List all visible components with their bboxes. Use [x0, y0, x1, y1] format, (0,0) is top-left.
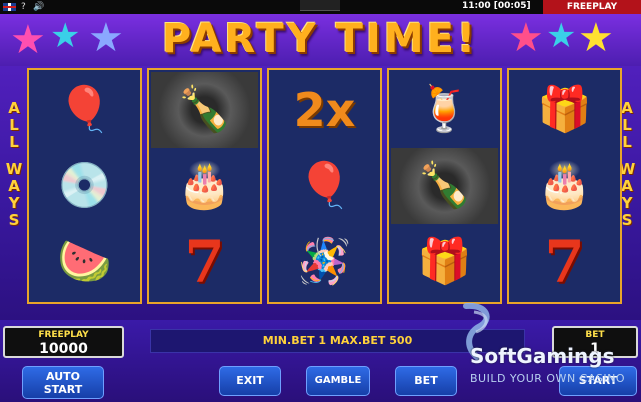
balloons-symbol: 🎈	[57, 84, 112, 135]
gamble-button[interactable]: GAMBLE	[306, 366, 370, 396]
exit-button[interactable]: EXIT	[219, 366, 281, 396]
watermelon-symbol: 🍉	[57, 236, 112, 287]
champagne-symbol: 🍾	[391, 148, 498, 224]
auto-start-button[interactable]: AUTO START	[22, 366, 104, 399]
softgamings-watermark: SoftGamings BUILD YOUR OWN CASINO	[450, 302, 630, 398]
clock-readout: 11:00 [00:05]	[462, 1, 531, 11]
reel-area: 🎈 💿 🍉 🍾 🎂 7 2x 🎈 🪅 🍹 🍾 🎁 🎁 🎂 7	[27, 68, 634, 304]
star-cyan-icon: ★	[50, 16, 81, 56]
top-bar: ? 🔊 11:00 [00:05] FREEPLAY	[0, 0, 641, 14]
menu-pull-tab[interactable]	[300, 0, 340, 11]
star-blue-icon: ★	[88, 15, 124, 61]
cocktail-symbol: 🍹	[417, 84, 472, 135]
birthday-cake-symbol: 🎂	[537, 160, 592, 211]
freeplay-label: FREEPLAY	[38, 330, 89, 340]
freeplay-balance-panel: FREEPLAY 10000	[3, 326, 124, 358]
reel-4: 🍹 🍾 🎁	[387, 68, 502, 304]
help-icon[interactable]: ?	[21, 1, 26, 13]
logo-name: SoftGamings	[470, 344, 615, 368]
gift-box-symbol: 🎁	[537, 84, 592, 135]
star-yellow-icon: ★	[578, 15, 614, 61]
star-pink-icon: ★	[10, 17, 46, 63]
vinyl-record-symbol: 💿	[57, 160, 112, 211]
pinata-symbol: 🪅	[297, 236, 352, 287]
uk-flag-icon[interactable]	[3, 3, 16, 11]
sound-icon[interactable]: 🔊	[33, 1, 44, 13]
reel-1: 🎈 💿 🍉	[27, 68, 142, 304]
bet-button[interactable]: BET	[395, 366, 457, 396]
seven-symbol: 7	[544, 228, 585, 296]
game-title: PARTY TIME!	[161, 16, 479, 62]
two-x-symbol: 2x	[293, 83, 356, 137]
logo-tagline: BUILD YOUR OWN CASINO	[470, 372, 625, 385]
balloons-symbol: 🎈	[297, 160, 352, 211]
birthday-cake-symbol: 🎂	[177, 160, 232, 211]
star-cyan-icon: ★	[546, 16, 577, 56]
reel-2: 🍾 🎂 7	[147, 68, 262, 304]
reel-5: 🎁 🎂 7	[507, 68, 622, 304]
reel-3: 2x 🎈 🪅	[267, 68, 382, 304]
all-ways-left: ALL WAYS	[5, 99, 23, 229]
star-pink-icon: ★	[508, 15, 544, 61]
freeplay-value: 10000	[39, 341, 88, 357]
champagne-symbol: 🍾	[151, 72, 258, 148]
gift-box-symbol: 🎁	[417, 236, 472, 287]
mode-badge: FREEPLAY	[543, 0, 641, 14]
seven-symbol: 7	[184, 228, 225, 296]
